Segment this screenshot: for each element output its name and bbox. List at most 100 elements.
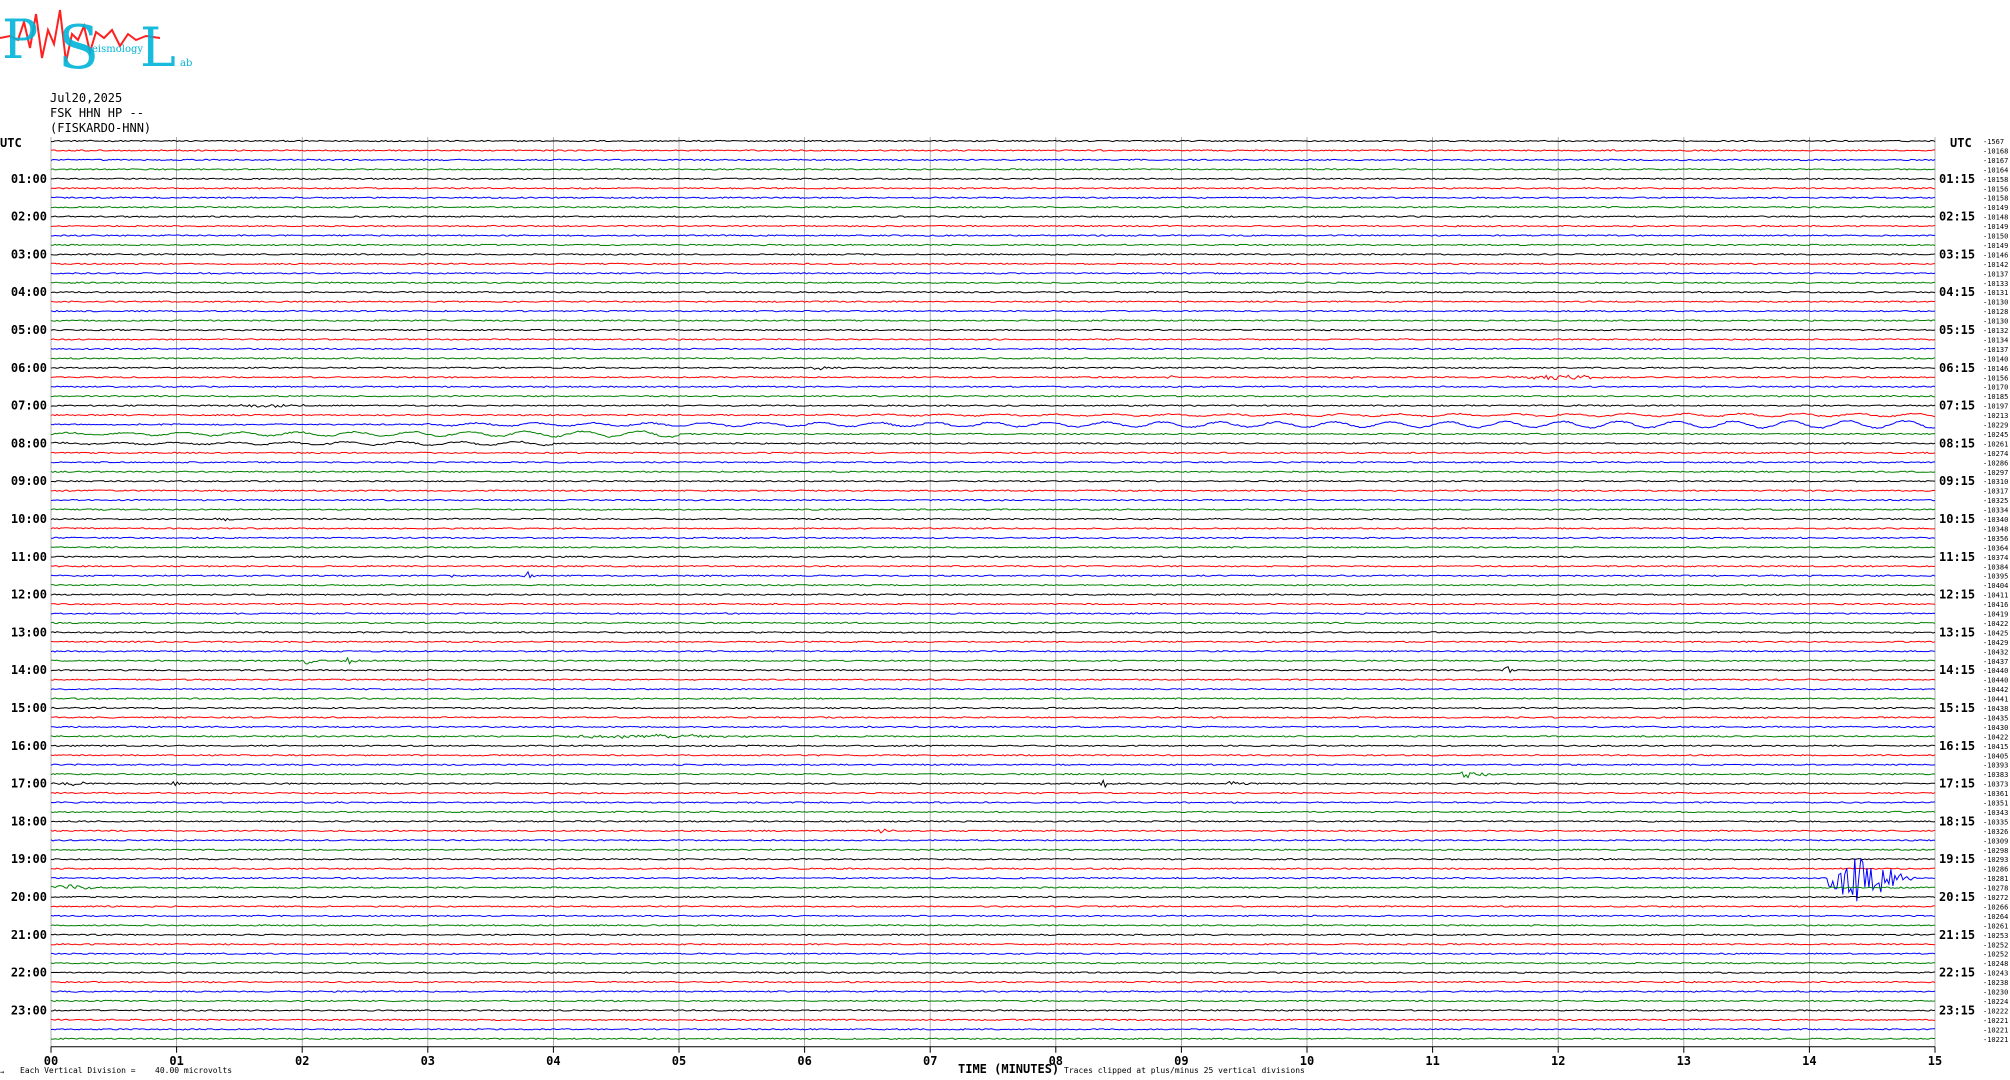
right-hour-label: 17:15 (1939, 777, 1975, 791)
seismic-trace (50, 763, 1936, 766)
trace-offset-label: -10325 (1983, 497, 2008, 505)
trace-offset-label: -10149 (1983, 223, 2008, 231)
trace-offset-label: -10309 (1983, 837, 2008, 845)
seismic-trace (50, 290, 1936, 294)
trace-offset-label: -10132 (1983, 327, 2008, 335)
seismic-trace (50, 791, 1936, 795)
seismic-trace (50, 565, 1936, 568)
seismic-trace (50, 778, 1936, 789)
right-hour-label: 23:15 (1939, 1003, 1975, 1017)
trace-offset-label: -10441 (1983, 696, 2008, 704)
trace-offset-label: -10317 (1983, 488, 2008, 496)
trace-offset-label: -10334 (1983, 507, 2008, 515)
seismic-trace (50, 990, 1936, 993)
seismic-trace (50, 366, 1936, 371)
left-hour-label: 16:00 (11, 739, 47, 753)
trace-offset-label: -10142 (1983, 261, 2008, 269)
trace-offset-label: -10252 (1983, 941, 2008, 949)
seismic-trace (50, 489, 1936, 492)
trace-offset-label: -10297 (1983, 469, 2008, 477)
left-hour-label: 23:00 (11, 1003, 47, 1017)
trace-offset-label: -10130 (1983, 318, 2008, 326)
right-hour-label: 02:15 (1939, 210, 1975, 224)
left-hour-label: 15:00 (11, 701, 47, 715)
seismic-trace (50, 338, 1936, 341)
left-hour-label: 03:00 (11, 247, 47, 261)
trace-offset-label: -10140 (1983, 355, 2008, 363)
seismic-trace (50, 570, 1936, 579)
trace-offset-label: -10230 (1983, 989, 2008, 997)
seismic-trace (50, 430, 1936, 438)
trace-offset-label: -10405 (1983, 752, 2008, 760)
seismic-trace (51, 884, 1936, 890)
seismic-trace (50, 744, 1936, 748)
corner-mark: → (0, 1068, 4, 1076)
right-hour-label: 13:15 (1939, 625, 1975, 639)
trace-offset-label: -10261 (1983, 922, 2008, 930)
x-tick-label-02: 02 (295, 1054, 309, 1068)
left-hour-label: 05:00 (11, 323, 47, 337)
seismic-trace (50, 971, 1936, 974)
trace-offset-label: -10310 (1983, 478, 2008, 486)
trace-offset-label: -10278 (1983, 885, 2008, 893)
seismic-trace (50, 1028, 1936, 1031)
right-hour-label: 10:15 (1939, 512, 1975, 526)
trace-offset-label: -10440 (1983, 667, 2008, 675)
seismic-trace (51, 857, 1936, 902)
trace-offset-label: -10149 (1983, 242, 2008, 250)
trace-offset-label: -10148 (1983, 214, 2008, 222)
left-hour-label: 04:00 (11, 285, 47, 299)
trace-offset-label: -10261 (1983, 440, 2008, 448)
trace-offset-label: -10245 (1983, 431, 2008, 439)
trace-offset-label: -10253 (1983, 932, 2008, 940)
left-hour-label: 02:00 (11, 210, 47, 224)
seismic-trace (50, 640, 1936, 644)
seismic-trace (50, 656, 1936, 665)
trace-offset-label: -10442 (1983, 686, 2008, 694)
trace-offset-label: -10298 (1983, 847, 2008, 855)
seismic-trace (50, 419, 1936, 429)
right-hour-label: 20:15 (1939, 890, 1975, 904)
seismic-trace (50, 848, 1936, 851)
right-hour-label: 12:15 (1939, 588, 1975, 602)
seismic-trace (50, 440, 1936, 447)
trace-offset-label: -10432 (1983, 648, 2008, 656)
trace-offset-label: -10415 (1983, 743, 2008, 751)
seismic-trace (50, 631, 1936, 634)
seismic-trace (50, 403, 1936, 409)
trace-offset-label: -10272 (1983, 894, 2008, 902)
trace-offset-label: -10351 (1983, 800, 2008, 808)
trace-offset-label: -10185 (1983, 393, 2008, 401)
seismic-trace (50, 678, 1936, 681)
scale-value: 40.00 microvolts (155, 1066, 232, 1075)
seismic-trace (50, 253, 1936, 256)
right-hour-label: 11:15 (1939, 550, 1975, 564)
seismic-trace (50, 498, 1936, 502)
trace-offset-label: -10419 (1983, 611, 2008, 619)
trace-offset-label: -10266 (1983, 903, 2008, 911)
x-tick-label-03: 03 (421, 1054, 435, 1068)
right-hour-label: 08:15 (1939, 436, 1975, 450)
seismic-trace (50, 905, 1935, 908)
trace-offset-label: -10167 (1983, 157, 2008, 165)
right-hour-label: 15:15 (1939, 701, 1975, 715)
right-hour-label: 01:15 (1939, 172, 1975, 186)
seismic-trace (50, 508, 1936, 511)
seismic-trace (50, 224, 1936, 228)
x-tick-label-05: 05 (672, 1054, 686, 1068)
left-hour-label: 07:00 (11, 399, 47, 413)
seismic-trace (50, 309, 1936, 313)
trace-offset-label: -10384 (1983, 563, 2008, 571)
trace-offset-labels: -1567-10168-10167-10164-10158-10156-1015… (1983, 138, 2008, 1044)
left-hour-label: 11:00 (11, 550, 47, 564)
seismic-trace (50, 546, 1936, 549)
seismic-trace (50, 697, 1936, 700)
left-hour-label: 18:00 (11, 814, 47, 828)
seismic-trace (50, 412, 1936, 418)
trace-offset-label: -10440 (1983, 677, 2008, 685)
left-hour-label: 22:00 (11, 966, 47, 980)
x-tick-label-06: 06 (797, 1054, 811, 1068)
x-tick-label-07: 07 (923, 1054, 937, 1068)
seismic-trace (50, 149, 1936, 152)
trace-offset-label: -10429 (1983, 639, 2008, 647)
